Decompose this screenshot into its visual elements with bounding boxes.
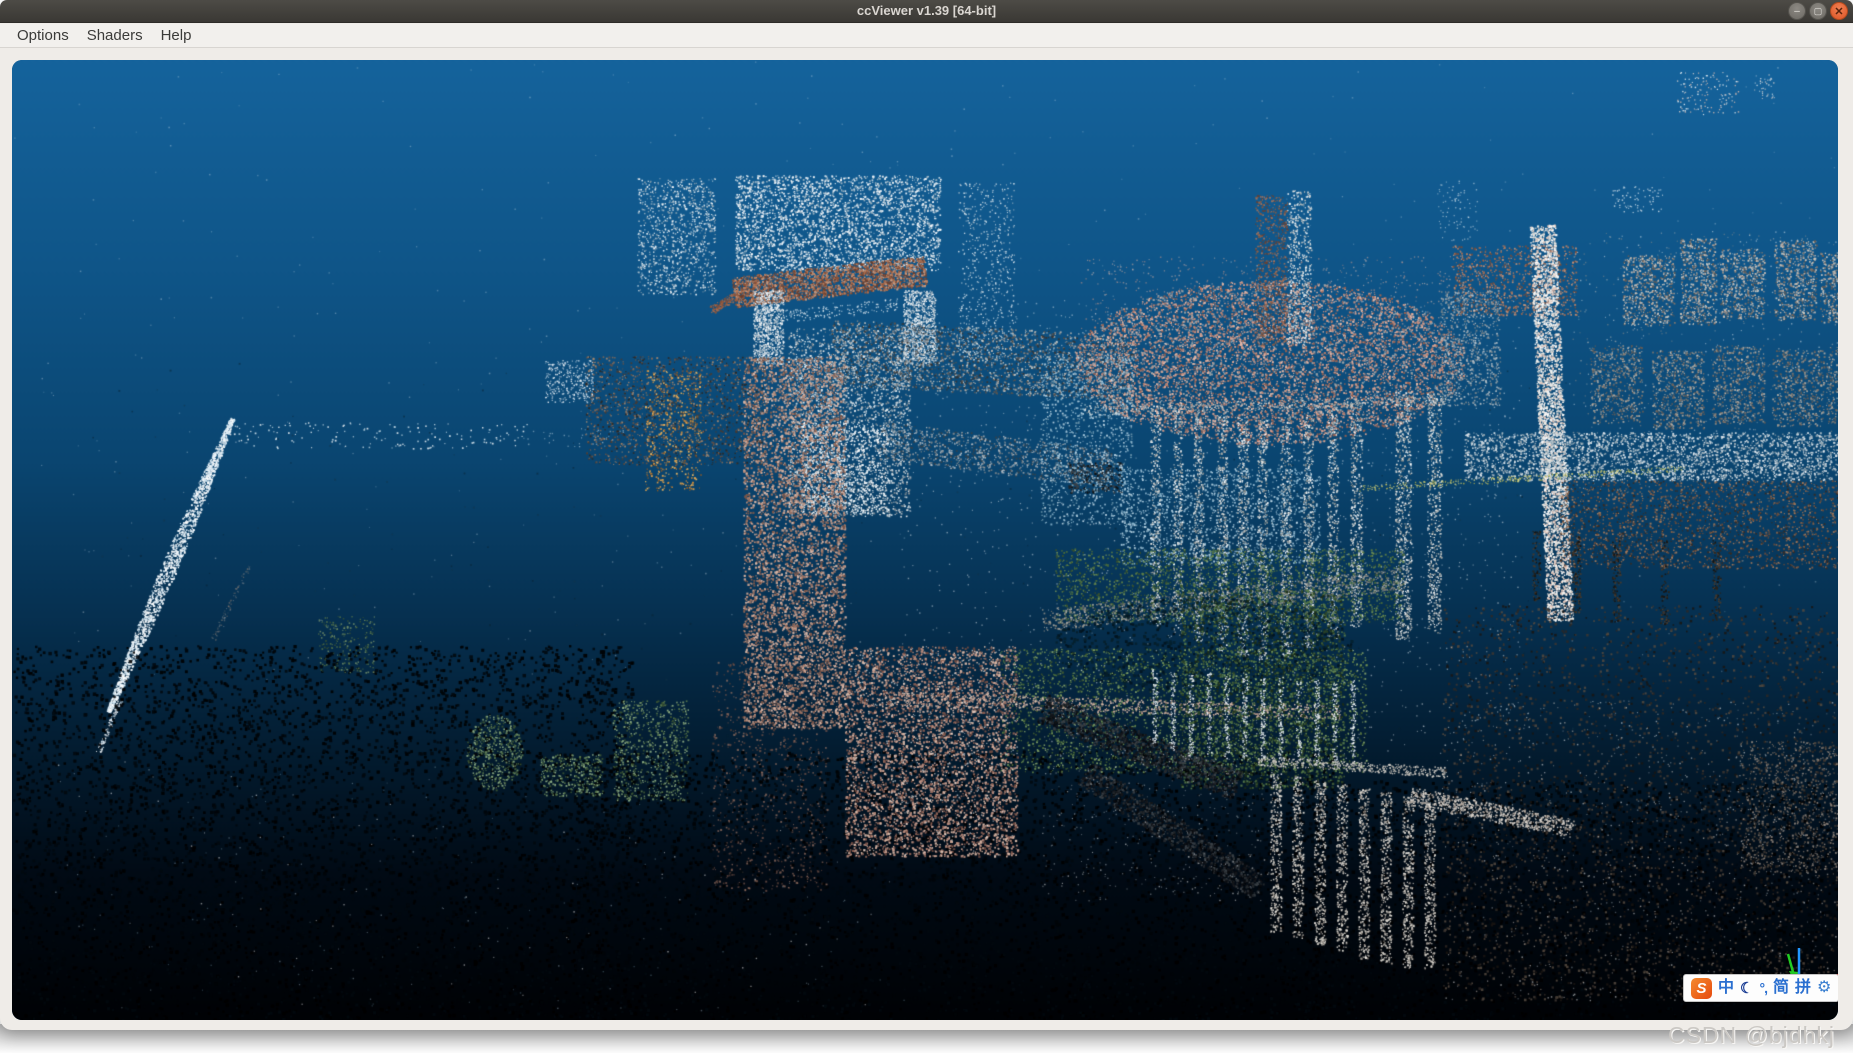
menu-help[interactable]: Help — [152, 25, 201, 46]
ccviewer-window: ccViewer v1.39 [64-bit] – ▢ ✕ Options Sh… — [0, 0, 1853, 1030]
pointcloud-canvas[interactable] — [12, 60, 1838, 1020]
menu-shaders[interactable]: Shaders — [78, 25, 152, 46]
maximize-button[interactable]: ▢ — [1809, 2, 1827, 20]
minimize-button[interactable]: – — [1788, 2, 1806, 20]
close-icon: ✕ — [1834, 5, 1843, 18]
watermark: CSDN @bjdhkj — [1668, 1022, 1835, 1049]
sogou-logo[interactable]: S — [1691, 978, 1712, 999]
y-axis-green — [1788, 954, 1793, 972]
menubar: Options Shaders Help — [0, 24, 1853, 48]
moon-icon[interactable]: ☾ — [1740, 981, 1753, 996]
settings-gear-icon[interactable]: ⚙ — [1817, 980, 1831, 996]
ime-simplified[interactable]: 简 — [1773, 980, 1789, 996]
ime-mode-chinese[interactable]: 中 — [1718, 980, 1734, 996]
window-title: ccViewer v1.39 [64-bit] — [0, 3, 1853, 18]
titlebar[interactable]: ccViewer v1.39 [64-bit] – ▢ ✕ — [0, 0, 1853, 23]
minimize-icon: – — [1794, 6, 1800, 17]
viewport-3d[interactable]: S 中 ☾ °, 简 拼 ⚙ — [12, 60, 1838, 1020]
sogou-logo-letter: S — [1696, 980, 1706, 997]
ime-toolbar[interactable]: S 中 ☾ °, 简 拼 ⚙ — [1683, 974, 1838, 1002]
window-controls: – ▢ ✕ — [1788, 2, 1848, 20]
menu-options[interactable]: Options — [8, 25, 78, 46]
ime-punctuation[interactable]: °, — [1759, 981, 1767, 995]
maximize-icon: ▢ — [1814, 6, 1823, 17]
close-button[interactable]: ✕ — [1830, 2, 1848, 20]
ime-pinyin[interactable]: 拼 — [1795, 980, 1811, 996]
